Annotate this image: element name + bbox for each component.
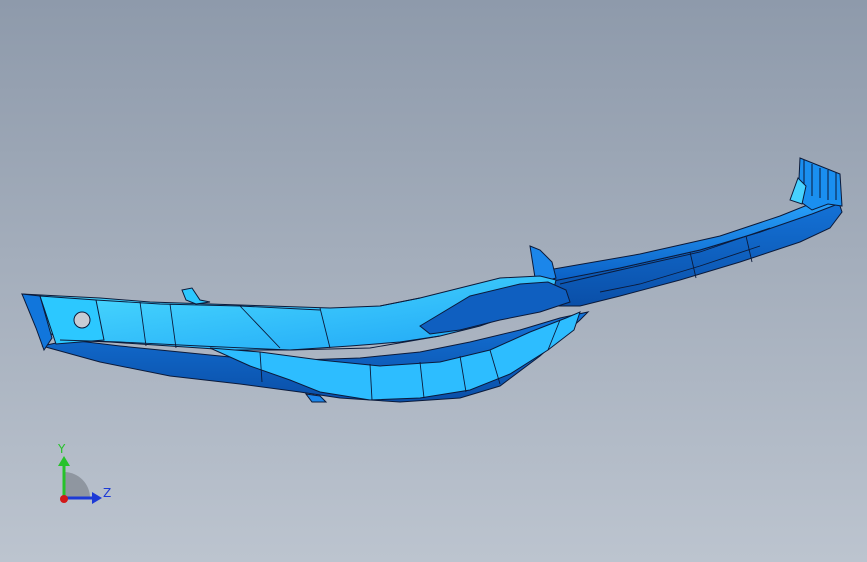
mounting-hole[interactable] [73, 311, 91, 329]
y-axis-label: Y [58, 442, 66, 456]
triad-plane-icon [64, 472, 90, 498]
x-axis-dot-icon [60, 495, 68, 503]
part-model[interactable] [0, 0, 867, 562]
z-axis-label: Z [103, 486, 112, 500]
y-axis-arrow-icon [58, 456, 70, 466]
z-axis-arrow-icon [92, 492, 102, 504]
coordinate-triad [58, 456, 102, 504]
top-tab [181, 287, 211, 305]
graphics-viewport[interactable]: Y Z [0, 0, 867, 562]
